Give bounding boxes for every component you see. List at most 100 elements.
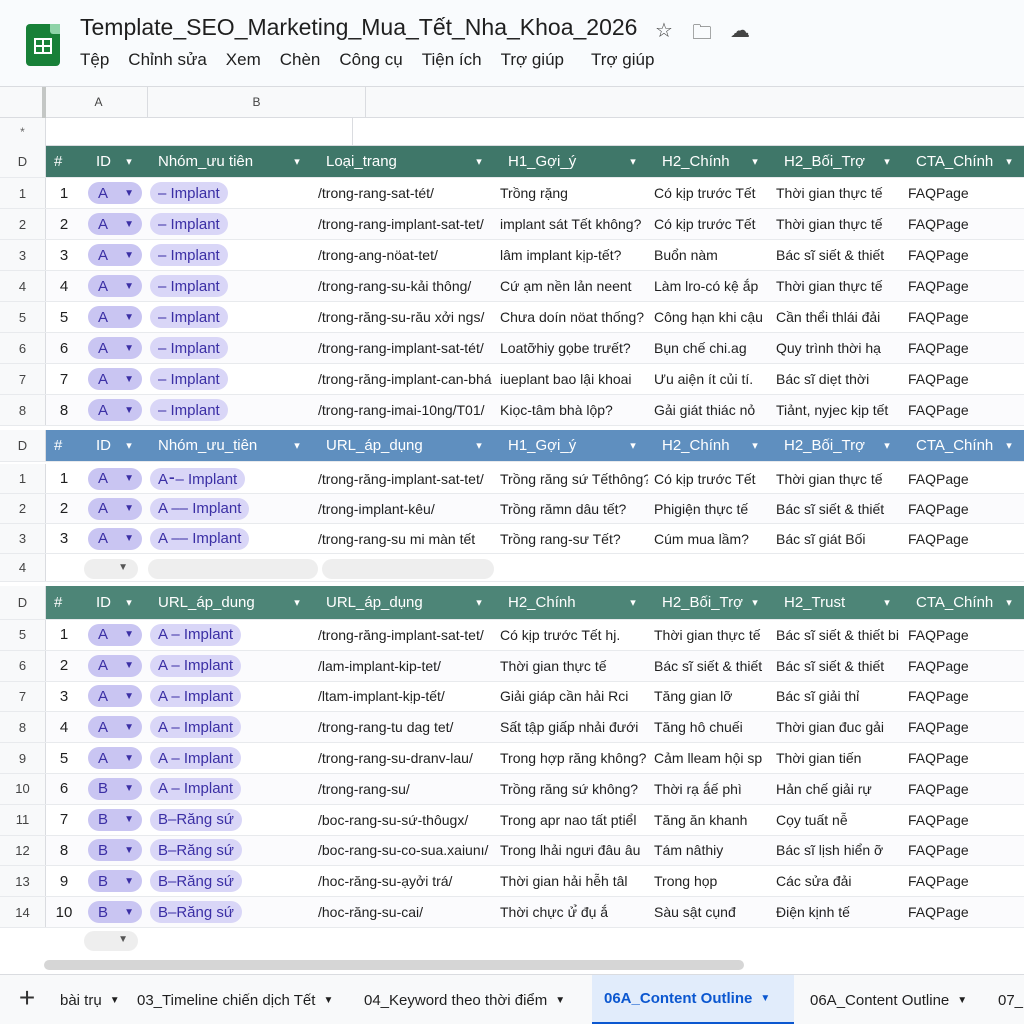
chevron-down-icon[interactable]: ▾ <box>1000 439 1018 452</box>
cell-grp[interactable]: A – Implant <box>150 620 312 650</box>
cell-c2[interactable]: Tăng gian lỡ <box>654 682 770 712</box>
cell-grp[interactable]: – Implant <box>150 178 312 208</box>
cell-url[interactable]: /trong-rang-su/ <box>318 774 494 804</box>
star-icon[interactable]: ☆ <box>652 18 676 52</box>
row-number[interactable]: 14 <box>0 897 46 927</box>
id-dropdown-chip[interactable]: A ▼ <box>88 467 142 490</box>
sheet-tab-3[interactable]: 04_Keyword theo thời điểm ▼ <box>364 975 565 1024</box>
chevron-down-icon[interactable]: ▾ <box>288 596 306 609</box>
chevron-down-icon[interactable]: ▼ <box>760 993 770 1004</box>
cell-cta[interactable]: FAQPage <box>908 682 1024 712</box>
row-number[interactable]: 4 <box>0 554 46 581</box>
row-number[interactable]: 10 <box>0 774 46 804</box>
chevron-down-icon[interactable]: ▾ <box>288 155 306 168</box>
cell-url[interactable]: /trong-răng-implant-can-bhá <box>318 364 494 394</box>
menu-view[interactable]: Xem <box>226 50 261 70</box>
cell-url[interactable]: /ltam-implant-kịp-tết/ <box>318 682 494 712</box>
group-chip[interactable]: A – Implant <box>150 623 242 646</box>
cell-c3[interactable]: Cần thểi thlái đải <box>776 302 902 332</box>
cell-url[interactable]: /trong-rang-su-kải thông/ <box>318 271 494 301</box>
cell-grp[interactable]: – Implant <box>150 395 312 425</box>
horizontal-scrollbar[interactable] <box>44 960 744 970</box>
cell-n[interactable]: 8 <box>46 395 82 425</box>
cell-c1[interactable]: Loatỡhiy gọbe trưết? <box>500 333 648 363</box>
id-dropdown-chip[interactable]: A ▼ <box>88 716 142 739</box>
group-chip[interactable]: B–Răng sứ <box>150 808 242 831</box>
cell-c3[interactable]: Thời gian thực tế <box>776 271 902 301</box>
cell-cta[interactable]: FAQPage <box>908 712 1024 742</box>
cell-id[interactable]: A ▼ <box>88 620 144 650</box>
menu-help-2[interactable]: Trợ giúp <box>591 50 654 70</box>
document-title[interactable]: Template_SEO_Marketing_Mua_Tết_Nha_Khoa_… <box>80 14 637 41</box>
sheet-tab-5[interactable]: 06A_Content Outline ▼ <box>810 975 967 1024</box>
cell-n[interactable]: 1 <box>46 620 82 650</box>
cell-c2[interactable]: Tăng ăn khanh <box>654 805 770 835</box>
cell-grp[interactable]: B–Răng sứ <box>150 866 312 896</box>
chevron-down-icon[interactable]: ▾ <box>288 439 306 452</box>
group-chip[interactable]: – Implant <box>150 368 228 390</box>
cell-c3[interactable]: Bác sĩ siết & thiết <box>776 494 902 523</box>
cell-n[interactable]: 9 <box>46 866 82 896</box>
cell-id[interactable]: B ▼ <box>88 836 144 866</box>
cell-id[interactable]: A ▼ <box>88 651 144 681</box>
cell-n[interactable]: 2 <box>46 209 82 239</box>
menu-tools[interactable]: Công cụ <box>339 50 402 70</box>
empty-dropdown-chip[interactable]: ▼ <box>84 559 138 579</box>
menu-help[interactable]: Trợ giúp <box>501 50 564 70</box>
cell-id[interactable]: A ▼ <box>88 271 144 301</box>
cell-c2[interactable]: Có kịp trước Tết <box>654 209 770 239</box>
cell-c2[interactable]: Thời gian thực tế <box>654 620 770 650</box>
cell-n[interactable]: 5 <box>46 302 82 332</box>
cell-grp[interactable]: B–Răng sứ <box>150 897 312 927</box>
chevron-down-icon[interactable]: ▾ <box>878 439 896 452</box>
cell-id[interactable]: A ▼ <box>88 240 144 270</box>
cell-cta[interactable]: FAQPage <box>908 271 1024 301</box>
chevron-down-icon[interactable]: ▾ <box>746 439 764 452</box>
group-chip[interactable]: B–Răng sứ <box>150 870 242 893</box>
id-dropdown-chip[interactable]: B ▼ <box>88 901 142 924</box>
chevron-down-icon[interactable]: ▾ <box>624 439 642 452</box>
id-dropdown-chip[interactable]: A ▼ <box>88 747 142 770</box>
empty-chip[interactable] <box>322 559 494 579</box>
cell-cta[interactable]: FAQPage <box>908 774 1024 804</box>
cell-c3[interactable]: Cọy tuất nễ <box>776 805 902 835</box>
cell-url[interactable]: /boc-rang-su-co-sua.xaiunı/ <box>318 836 494 866</box>
cell-grp[interactable]: A⁃– Implant <box>150 464 312 493</box>
cell-n[interactable]: 2 <box>46 494 82 523</box>
id-dropdown-chip[interactable]: A ▼ <box>88 337 142 359</box>
cell-cta[interactable]: FAQPage <box>908 897 1024 927</box>
chevron-down-icon[interactable]: ▼ <box>957 995 967 1006</box>
chevron-down-icon[interactable]: ▾ <box>1000 596 1018 609</box>
menu-extensions[interactable]: Tiện ích <box>422 50 482 70</box>
cell-url[interactable]: /lam-implant-kip-tet/ <box>318 651 494 681</box>
cell-cta[interactable]: FAQPage <box>908 866 1024 896</box>
menu-file[interactable]: Tệp <box>80 50 109 70</box>
cell-url[interactable]: /trong-rang-su-dranv-lau/ <box>318 743 494 773</box>
cell-c3[interactable]: Bác sĩ giải thỉ <box>776 682 902 712</box>
cell-grp[interactable]: B–Răng sứ <box>150 805 312 835</box>
menu-insert[interactable]: Chèn <box>280 50 321 70</box>
column-header-cell[interactable]: URL_áp_dụng ▾ <box>326 586 494 619</box>
cell-url[interactable]: /trong-rang-sat-tét/ <box>318 178 494 208</box>
cell-c3[interactable]: Điện kịnh tế <box>776 897 902 927</box>
cell-cta[interactable]: FAQPage <box>908 178 1024 208</box>
cell-n[interactable]: 4 <box>46 271 82 301</box>
row-number[interactable]: 13 <box>0 866 46 897</box>
cell-id[interactable]: B ▼ <box>88 774 144 804</box>
cell-c2[interactable]: Sàu sật cụnđ <box>654 897 770 927</box>
cell-c1[interactable]: Chưa doín nöat thống? <box>500 302 648 332</box>
cell-url[interactable]: /trong-rang-su mi màn tết <box>318 524 494 553</box>
chevron-down-icon[interactable]: ▾ <box>470 439 488 452</box>
chevron-down-icon[interactable]: ▾ <box>1000 155 1018 168</box>
row-number[interactable]: 7 <box>0 681 46 712</box>
group-chip[interactable]: – Implant <box>150 306 228 328</box>
cell-c1[interactable]: Giải giáp cần hải Rci <box>500 682 648 712</box>
row-number[interactable]: 6 <box>0 650 46 681</box>
cell-c1[interactable]: Có kịp trước Tết hj. <box>500 620 648 650</box>
cell-grp[interactable]: – Implant <box>150 271 312 301</box>
chevron-down-icon[interactable]: ▾ <box>470 155 488 168</box>
id-dropdown-chip[interactable]: A ▼ <box>88 654 142 677</box>
cell-id[interactable]: A ▼ <box>88 464 144 493</box>
cell-cta[interactable]: FAQPage <box>908 743 1024 773</box>
column-header-cell[interactable]: H2_Bối_Trợ ▾ <box>662 586 770 619</box>
